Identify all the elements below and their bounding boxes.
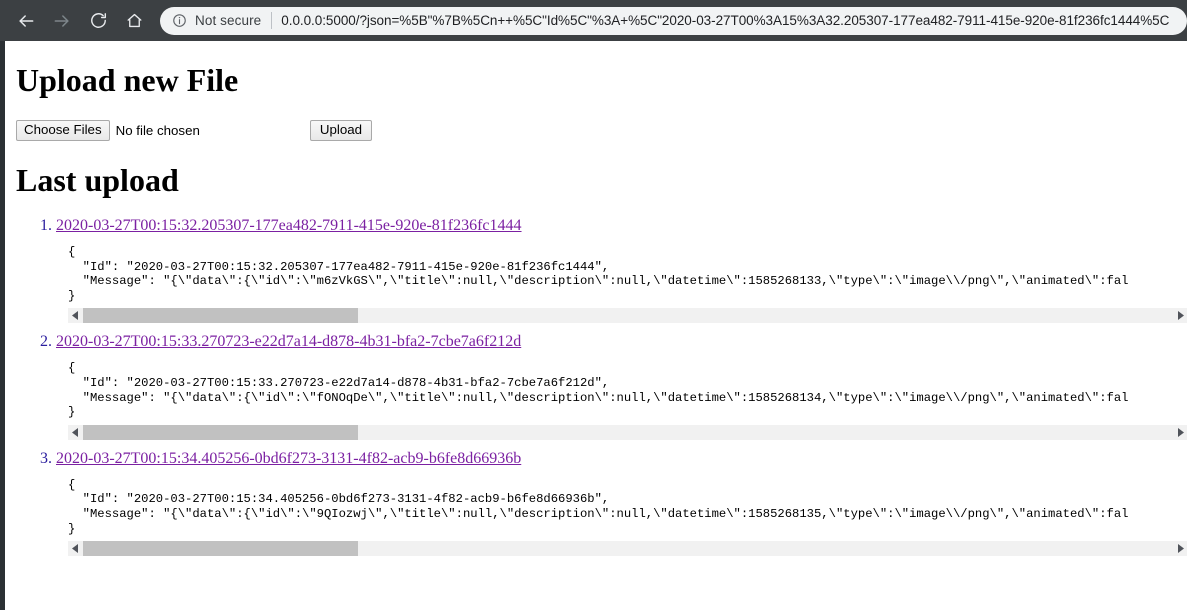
upload-json: { "Id": "2020-03-27T00:15:32.205307-177e… [68, 245, 1187, 304]
upload-detail-panel: { "Id": "2020-03-27T00:15:33.270723-e22d… [68, 361, 1187, 440]
chevron-left-icon [72, 311, 79, 321]
upload-list: 2020-03-27T00:15:32.205307-177ea482-7911… [13, 217, 1187, 557]
list-item: 2020-03-27T00:15:34.405256-0bd6f273-3131… [56, 450, 1187, 557]
chevron-right-icon [1177, 544, 1184, 554]
scrollbar-track[interactable] [83, 308, 1173, 324]
upload-detail-panel: { "Id": "2020-03-27T00:15:32.205307-177e… [68, 245, 1187, 324]
page-content: Upload new File Choose Files No file cho… [5, 62, 1187, 557]
upload-json: { "Id": "2020-03-27T00:15:34.405256-0bd6… [68, 477, 1187, 537]
scrollbar-thumb[interactable] [83, 308, 358, 324]
back-button[interactable] [10, 5, 42, 37]
upload-link[interactable]: 2020-03-27T00:15:34.405256-0bd6f273-3131… [56, 450, 521, 467]
upload-json: { "Id": "2020-03-27T00:15:33.270723-e22d… [68, 361, 1187, 420]
url-text[interactable]: 0.0.0.0:5000/?json=%5B"%7B%5Cn++%5C"Id%5… [281, 13, 1187, 28]
scroll-left-button[interactable] [68, 541, 83, 557]
scroll-right-button[interactable] [1173, 308, 1187, 324]
horizontal-scrollbar[interactable] [68, 541, 1187, 557]
chevron-right-icon [1177, 427, 1184, 437]
omnibox-divider [271, 12, 273, 29]
forward-button[interactable] [46, 5, 78, 37]
scrollbar-track[interactable] [83, 424, 1173, 440]
upload-button[interactable]: Upload [309, 120, 373, 141]
upload-link[interactable]: 2020-03-27T00:15:33.270723-e22d7a14-d878… [56, 333, 521, 350]
scroll-right-button[interactable] [1173, 541, 1187, 557]
forward-arrow-icon [52, 11, 72, 31]
address-bar[interactable]: Not secure 0.0.0.0:5000/?json=%5B"%7B%5C… [160, 6, 1187, 35]
list-item: 2020-03-27T00:15:33.270723-e22d7a14-d878… [56, 333, 1187, 440]
home-button[interactable] [118, 5, 150, 37]
scroll-left-button[interactable] [68, 308, 83, 324]
security-status-label: Not secure [195, 13, 262, 28]
scroll-right-button[interactable] [1173, 424, 1187, 440]
file-input[interactable]: Choose Files No file chosen [16, 120, 200, 141]
reload-icon [89, 11, 108, 30]
no-file-chosen-label: No file chosen [115, 123, 200, 138]
horizontal-scrollbar[interactable] [68, 308, 1187, 324]
upload-link[interactable]: 2020-03-27T00:15:32.205307-177ea482-7911… [56, 217, 522, 234]
browser-toolbar: Not secure 0.0.0.0:5000/?json=%5B"%7B%5C… [0, 0, 1187, 41]
chevron-left-icon [72, 544, 79, 554]
upload-form: Choose Files No file chosen Upload [16, 120, 1179, 141]
scrollbar-thumb[interactable] [83, 541, 358, 557]
section-title-last-upload: Last upload [16, 162, 179, 198]
page-title: Upload new File [16, 62, 239, 98]
page-viewport: Upload new File Choose Files No file cho… [0, 41, 1187, 610]
chevron-right-icon [1177, 311, 1184, 321]
scrollbar-thumb[interactable] [83, 424, 358, 440]
list-item: 2020-03-27T00:15:32.205307-177ea482-7911… [56, 217, 1187, 324]
scrollbar-track[interactable] [83, 541, 1173, 557]
info-circle-icon[interactable] [170, 12, 188, 30]
scroll-left-button[interactable] [68, 424, 83, 440]
home-icon [125, 11, 144, 30]
chevron-left-icon [72, 427, 79, 437]
choose-files-button[interactable]: Choose Files [16, 120, 110, 141]
reload-button[interactable] [82, 5, 114, 37]
back-arrow-icon [16, 11, 36, 31]
horizontal-scrollbar[interactable] [68, 424, 1187, 440]
upload-detail-panel: { "Id": "2020-03-27T00:15:34.405256-0bd6… [68, 477, 1187, 557]
